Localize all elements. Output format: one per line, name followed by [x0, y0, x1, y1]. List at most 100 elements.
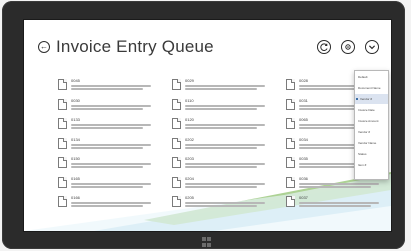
invoice-code: 0110: [185, 97, 194, 103]
invoice-code: 0166: [71, 195, 80, 200]
document-icon: [286, 137, 295, 149]
document-icon: [286, 196, 295, 207]
text-line: [71, 104, 151, 107]
menu-item-label: Document Name: [358, 86, 381, 90]
text-line: [71, 202, 151, 204]
menu-item[interactable]: Default: [355, 72, 388, 82]
invoice-tile[interactable]: 0203: [172, 154, 282, 172]
invoice-code: 0031: [299, 97, 308, 103]
text-line: [185, 143, 265, 146]
invoice-code: 0150: [71, 156, 80, 161]
invoice-code: 0035: [299, 156, 308, 161]
text-line: [185, 166, 257, 168]
invoice-code: 0133: [71, 117, 80, 122]
document-icon: [58, 79, 67, 90]
text-line: [185, 88, 257, 90]
tablet-frame: ← Invoice Entry Queue 0045 0029 0028 003…: [2, 1, 405, 249]
invoice-tile[interactable]: 0037: [286, 193, 386, 211]
invoice-tile[interactable]: 0202: [172, 135, 282, 153]
invoice-tile[interactable]: 0120: [172, 115, 282, 133]
menu-item-label: Vendor Name: [358, 141, 377, 145]
invoice-code: 0120: [185, 117, 194, 122]
text-line: [185, 146, 257, 149]
document-icon: [58, 137, 67, 149]
invoice-code: 0165: [71, 175, 80, 181]
text-line: [299, 185, 371, 188]
document-icon: [172, 196, 181, 207]
header-actions: [317, 40, 379, 54]
invoice-code: 0202: [185, 136, 194, 142]
invoice-code: 0037: [299, 195, 308, 200]
menu-item-label: Invoice Date: [358, 108, 375, 112]
text-line: [71, 146, 143, 149]
menu-item[interactable]: Status: [355, 149, 388, 159]
menu-item-label: Invoice Amount: [358, 119, 379, 123]
invoice-code: 0205: [185, 195, 194, 200]
text-line: [71, 85, 151, 87]
menu-item-label: Vendor #: [360, 97, 373, 101]
back-arrow-icon: ←: [40, 42, 48, 51]
invoice-code: 0045: [71, 78, 80, 83]
menu-item-label: Default: [358, 75, 368, 79]
invoice-tile[interactable]: 0133: [58, 115, 168, 133]
text-line: [71, 185, 143, 188]
document-icon: [58, 157, 67, 168]
text-line: [185, 163, 265, 165]
text-line: [185, 124, 265, 126]
menu-item-label: Status: [358, 152, 367, 156]
document-icon: [172, 98, 181, 110]
chevron-down-icon: [368, 45, 376, 50]
menu-item-selected[interactable]: Vendor #: [355, 94, 388, 104]
document-icon: [286, 79, 295, 90]
invoice-code: 0029: [185, 78, 194, 83]
back-button[interactable]: ←: [38, 41, 50, 53]
windows-home-icon[interactable]: [202, 237, 212, 247]
menu-item[interactable]: Document Name: [355, 83, 388, 93]
invoice-tile[interactable]: 0134: [58, 135, 168, 153]
document-icon: [172, 137, 181, 149]
menu-item[interactable]: Invoice Amount: [355, 116, 388, 126]
document-icon: [172, 176, 181, 188]
invoice-tile[interactable]: 0165: [58, 174, 168, 192]
invoice-grid: 0045 0029 0028 0030 0110 0031 0133 0120 …: [58, 76, 379, 216]
refresh-button[interactable]: [317, 40, 331, 54]
menu-item-label: Item #: [358, 163, 367, 167]
app-screen: ← Invoice Entry Queue 0045 0029 0028 003…: [23, 19, 392, 232]
document-icon: [172, 79, 181, 90]
invoice-code: 0034: [299, 136, 308, 142]
text-line: [71, 205, 143, 207]
text-line: [71, 182, 151, 185]
document-icon: [58, 196, 67, 207]
header: ← Invoice Entry Queue: [38, 35, 381, 57]
text-line: [71, 163, 151, 165]
invoice-tile[interactable]: 0166: [58, 193, 168, 211]
invoice-tile[interactable]: 0045: [58, 76, 168, 94]
page-title: Invoice Entry Queue: [56, 37, 214, 56]
text-line: [185, 205, 257, 207]
text-line: [185, 104, 265, 107]
text-line: [71, 124, 151, 126]
settings-icon: [345, 44, 351, 50]
text-line: [71, 143, 151, 146]
menu-item[interactable]: Item #: [355, 160, 388, 170]
menu-button[interactable]: [365, 40, 379, 54]
text-line: [71, 166, 143, 168]
settings-button[interactable]: [341, 40, 355, 54]
menu-item[interactable]: Vendor #: [355, 127, 388, 137]
invoice-tile[interactable]: 0150: [58, 154, 168, 172]
invoice-tile[interactable]: 0030: [58, 96, 168, 114]
invoice-code: 0030: [71, 97, 80, 103]
invoice-code: 0036: [299, 175, 308, 181]
menu-item[interactable]: Invoice Date: [355, 105, 388, 115]
invoice-tile[interactable]: 0204: [172, 174, 282, 192]
invoice-tile[interactable]: 0029: [172, 76, 282, 94]
invoice-code: 0065: [299, 117, 308, 122]
document-icon: [286, 176, 295, 188]
text-line: [185, 127, 257, 129]
invoice-tile[interactable]: 0110: [172, 96, 282, 114]
text-line: [185, 185, 257, 188]
menu-item[interactable]: Vendor Name: [355, 138, 388, 148]
invoice-code: 0028: [299, 78, 308, 83]
invoice-tile[interactable]: 0205: [172, 193, 282, 211]
document-icon: [58, 98, 67, 110]
